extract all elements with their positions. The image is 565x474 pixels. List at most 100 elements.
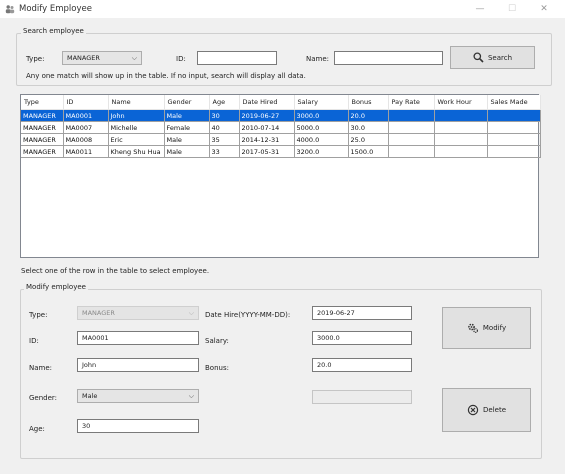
modify-gender-label: Gender: <box>29 394 58 402</box>
table-cell <box>388 121 435 134</box>
employee-table[interactable]: Type ID Name Gender Age Date Hired Salar… <box>20 94 541 258</box>
search-type-value: MANAGER <box>67 54 100 62</box>
table-cell <box>434 121 488 134</box>
table-cell: Eric <box>108 133 165 146</box>
table-cell: 4000.0 <box>294 133 349 146</box>
column-header[interactable]: Bonus <box>348 95 389 110</box>
column-header[interactable]: Work Hour <box>434 95 488 110</box>
modify-age-field[interactable]: 30 <box>77 419 199 433</box>
table-cell: MA0011 <box>63 145 109 158</box>
table-cell <box>388 133 435 146</box>
search-name-label: Name: <box>306 55 330 63</box>
modify-date-label: Date Hire(YYYY-MM-DD): <box>205 311 291 319</box>
modify-bonus-field[interactable]: 20.0 <box>312 358 412 372</box>
table-cell <box>487 121 541 134</box>
table-row[interactable]: MANAGER MA0008 Eric Male 35 2014-12-31 4… <box>21 133 541 146</box>
table-cell <box>487 109 541 122</box>
table-cell: 3200.0 <box>294 145 349 158</box>
column-header[interactable]: ID <box>63 95 109 110</box>
table-cell: John <box>108 109 165 122</box>
table-cell: 40 <box>209 121 240 134</box>
circle-x-icon <box>467 404 479 416</box>
chevron-down-icon: ⌵ <box>131 54 137 62</box>
modify-extra-field-disabled <box>312 390 412 404</box>
table-cell: 30 <box>209 109 240 122</box>
table-cell: Kheng Shu Hua <box>108 145 165 158</box>
table-cell: MANAGER <box>21 109 64 122</box>
table-row[interactable]: MANAGER MA0007 Michelle Female 40 2010-0… <box>21 121 541 134</box>
modify-id-field[interactable]: MA0001 <box>77 331 199 345</box>
column-header[interactable]: Gender <box>164 95 210 110</box>
table-cell: 33 <box>209 145 240 158</box>
table-cell: 1500.0 <box>348 145 389 158</box>
table-cell: MANAGER <box>21 121 64 134</box>
select-hint: Select one of the row in the table to se… <box>21 267 210 275</box>
search-name-input[interactable] <box>334 51 443 65</box>
delete-button-label: Delete <box>483 406 506 414</box>
table-cell: Michelle <box>108 121 165 134</box>
search-hint: Any one match will show up in the table.… <box>26 72 306 80</box>
modify-salary-field[interactable]: 3000.0 <box>312 331 412 345</box>
column-header[interactable]: Name <box>108 95 165 110</box>
table-cell <box>434 133 488 146</box>
table-cell: 25.0 <box>348 133 389 146</box>
table-cell: 35 <box>209 133 240 146</box>
modify-name-label: Name: <box>29 364 53 372</box>
table-cell <box>388 145 435 158</box>
table-cell: 30.0 <box>348 121 389 134</box>
table-cell: 5000.0 <box>294 121 349 134</box>
modify-type-select: MANAGER ⌵ <box>77 306 199 320</box>
modify-button-label: Modify <box>482 324 507 332</box>
table-cell: 20.0 <box>348 109 389 122</box>
modify-gender-select[interactable]: Male ⌵ <box>77 389 199 403</box>
table-cell: 2014-12-31 <box>239 133 295 146</box>
modify-group-label: Modify employee <box>24 283 88 291</box>
modify-gender-value: Male <box>82 392 98 400</box>
column-header[interactable]: Sales Made <box>487 95 541 110</box>
column-header[interactable]: Type <box>21 95 64 110</box>
table-cell <box>487 133 541 146</box>
chevron-down-icon: ⌵ <box>188 392 194 400</box>
table-cell: MANAGER <box>21 145 64 158</box>
column-header[interactable]: Salary <box>294 95 349 110</box>
table-cell: MA0007 <box>63 121 109 134</box>
search-type-label: Type: <box>26 55 45 63</box>
table-cell: Male <box>164 133 210 146</box>
close-button[interactable]: ✕ <box>537 2 551 16</box>
search-type-select[interactable]: MANAGER ⌵ <box>62 51 142 65</box>
modify-age-label: Age: <box>29 425 45 433</box>
chevron-down-icon: ⌵ <box>188 309 194 317</box>
modify-type-label: Type: <box>29 311 48 319</box>
modify-type-value: MANAGER <box>82 309 115 317</box>
table-row[interactable]: MANAGER MA0001 John Male 30 2019-06-27 3… <box>21 109 541 122</box>
column-header[interactable]: Pay Rate <box>388 95 435 110</box>
table-row[interactable]: MANAGER MA0011 Kheng Shu Hua Male 33 201… <box>21 145 541 158</box>
table-cell <box>487 145 541 158</box>
table-cell: MA0001 <box>63 109 109 122</box>
modify-button[interactable]: Modify <box>442 307 531 349</box>
table-cell <box>434 145 488 158</box>
magnifier-icon <box>473 52 484 63</box>
search-group-label: Search employee <box>21 27 86 35</box>
gears-icon <box>468 323 478 334</box>
table-cell: Male <box>164 145 210 158</box>
table-cell <box>388 109 435 122</box>
maximize-button[interactable]: ☐ <box>505 2 519 16</box>
search-button[interactable]: Search <box>450 46 535 69</box>
people-icon <box>5 4 15 14</box>
table-cell: 3000.0 <box>294 109 349 122</box>
modify-date-field[interactable]: 2019-06-27 <box>312 306 412 320</box>
title-bar: Modify Employee — ☐ ✕ <box>0 0 565 18</box>
search-id-input[interactable] <box>197 51 277 65</box>
table-cell: 2019-06-27 <box>239 109 295 122</box>
modify-name-field[interactable]: John <box>77 358 199 372</box>
column-header[interactable]: Age <box>209 95 240 110</box>
delete-button[interactable]: Delete <box>442 388 531 432</box>
minimize-button[interactable]: — <box>473 2 487 16</box>
search-id-label: ID: <box>176 55 186 63</box>
column-header[interactable]: Date Hired <box>239 95 295 110</box>
modify-salary-label: Salary: <box>205 337 229 345</box>
modify-id-label: ID: <box>29 337 39 345</box>
table-cell <box>434 109 488 122</box>
table-cell: Female <box>164 121 210 134</box>
